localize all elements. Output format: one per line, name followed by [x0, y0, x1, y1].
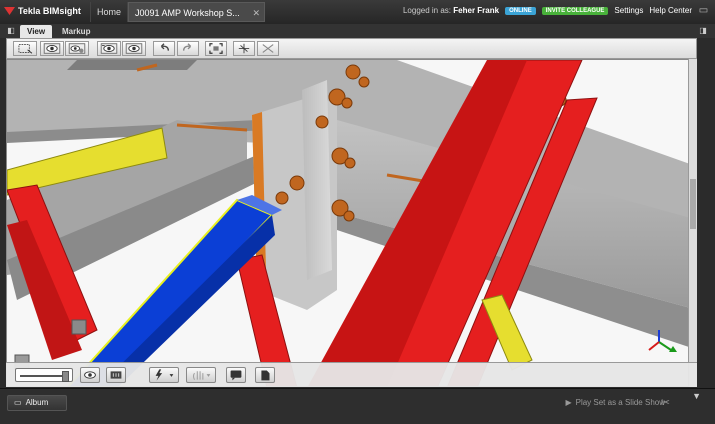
lightning-icon[interactable]	[149, 367, 179, 383]
app-logo: Tekla BIMsight	[4, 5, 81, 16]
home-tab[interactable]: Home	[90, 2, 129, 22]
model-viewport[interactable]	[6, 59, 697, 387]
steel-web-plate	[302, 80, 332, 280]
login-label: Logged in as: Feher Frank	[402, 6, 500, 15]
collapse-right-icon[interactable]: ◨	[697, 25, 709, 37]
scrollbar-thumb[interactable]	[690, 179, 696, 229]
user-name: Feher Frank	[453, 6, 500, 15]
eye-toggle-icon[interactable]	[80, 367, 100, 383]
model-3d-render[interactable]	[7, 60, 697, 387]
slider-thumb[interactable]	[62, 371, 69, 382]
invite-colleague-button[interactable]: INVITE COLLEAGUE	[541, 6, 609, 15]
help-center-link[interactable]: Help Center	[649, 6, 692, 15]
play-icon: ▶	[565, 398, 572, 407]
tools-icon[interactable]: ✂	[661, 396, 670, 409]
online-status-badge: ONLINE	[505, 6, 536, 15]
connection-bracket	[71, 319, 87, 335]
collapse-left-icon[interactable]: ◧	[5, 25, 17, 37]
camera-eye-icon[interactable]	[97, 41, 121, 56]
tab-view[interactable]: View	[20, 25, 53, 38]
status-bar: ▭ Album ▶ Play Set as a Slide Show ✂ ▼	[0, 388, 715, 424]
fit-view-icon[interactable]	[205, 41, 227, 56]
beam-top-edge	[67, 60, 197, 70]
select-box-icon[interactable]	[13, 41, 37, 56]
slideshow-button[interactable]: ▶ Play Set as a Slide Show	[565, 398, 665, 407]
title-bar: Tekla BIMsight Home J0091 AMP Workshop S…	[0, 0, 715, 25]
tekla-logo-icon	[4, 7, 15, 15]
document-tab[interactable]: J0091 AMP Workshop S... ✕	[128, 2, 265, 22]
section-box-icon[interactable]	[106, 367, 126, 383]
transparency-slider[interactable]	[15, 368, 73, 382]
view-toolbar	[6, 38, 697, 59]
album-icon: ▭	[14, 398, 22, 407]
redo-icon[interactable]	[177, 41, 199, 56]
document-title: J0091 AMP Workshop S...	[135, 8, 240, 18]
minimize-panel-icon[interactable]: ▭	[698, 5, 709, 16]
tab-markup[interactable]: Markup	[55, 25, 97, 38]
undo-icon[interactable]	[153, 41, 175, 56]
app-name: Tekla BIMsight	[18, 5, 81, 16]
bottom-toolbar	[6, 362, 697, 387]
eye-view-icon[interactable]	[122, 41, 146, 56]
show-eye-icon[interactable]	[40, 41, 64, 56]
viewport-scrollbar[interactable]	[688, 59, 697, 387]
scissors-icon[interactable]	[257, 41, 279, 56]
album-button[interactable]: ▭ Album	[7, 395, 67, 411]
pan-hand-icon[interactable]	[186, 367, 216, 383]
scroll-down-icon[interactable]: ▼	[692, 391, 701, 401]
album-label: Album	[25, 398, 49, 407]
comment-icon[interactable]	[226, 367, 246, 383]
slideshow-label: Play Set as a Slide Show	[575, 398, 665, 407]
show-all-icon[interactable]	[65, 41, 89, 56]
document-icon[interactable]	[255, 367, 275, 383]
settings-link[interactable]: Settings	[614, 6, 643, 15]
close-tab-icon[interactable]: ✕	[252, 3, 260, 23]
ribbon-bar	[0, 24, 715, 38]
clip-plane-icon[interactable]	[233, 41, 255, 56]
